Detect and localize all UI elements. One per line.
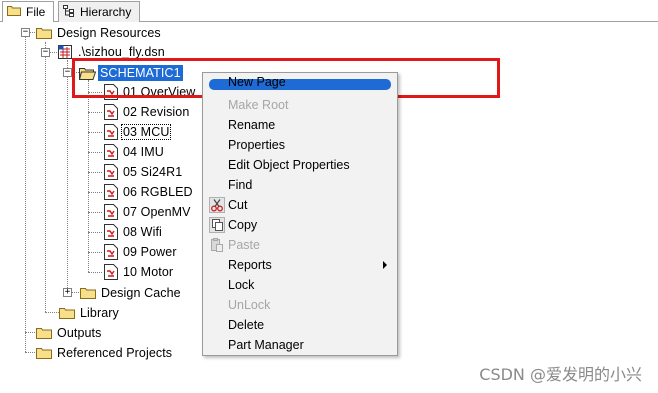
copy-icon xyxy=(209,217,225,233)
menu-item-label: Lock xyxy=(228,278,255,292)
page-icon xyxy=(104,84,118,100)
page-icon xyxy=(104,124,118,140)
tree-item-label: .\sizhou_fly.dsn xyxy=(78,45,165,59)
page-icon xyxy=(104,184,118,200)
menu-item-edit-object-properties[interactable]: Edit Object Properties xyxy=(205,155,395,175)
folder-icon xyxy=(59,307,75,319)
tab-hierarchy-label: Hierarchy xyxy=(80,5,132,19)
tree-item-outputs[interactable]: Outputs xyxy=(36,324,101,342)
folder-icon xyxy=(36,327,52,339)
menu-item-label: UnLock xyxy=(228,298,271,312)
menu-item-find[interactable]: Find xyxy=(205,175,395,195)
page-icon xyxy=(104,264,118,280)
tree-item-page[interactable]: 05 Si24R1 xyxy=(104,163,182,181)
tree-item-label: Library xyxy=(80,306,119,320)
menu-item-label: Copy xyxy=(228,218,258,232)
menu-item-make-root: Make Root xyxy=(205,95,395,115)
tree-item-label: Design Resources xyxy=(57,26,161,40)
tree-item-page[interactable]: 10 Motor xyxy=(104,263,173,281)
menu-item-lock[interactable]: Lock xyxy=(205,275,395,295)
menu-item-part-manager[interactable]: Part Manager xyxy=(205,335,395,355)
tree-item-design-cache[interactable]: Design Cache xyxy=(80,284,181,302)
tab-hierarchy[interactable]: Hierarchy xyxy=(58,1,140,22)
folder-icon xyxy=(80,287,96,299)
folder-icon xyxy=(36,27,52,39)
tree-item-label: 07 OpenMV xyxy=(123,205,191,219)
context-menu: New Page Make Root Rename Properties Edi… xyxy=(202,72,398,356)
menu-item-label: Part Manager xyxy=(228,338,304,352)
menu-item-label: Properties xyxy=(228,138,285,152)
menu-item-label: Find xyxy=(228,178,253,192)
menu-item-cut[interactable]: Cut xyxy=(205,195,395,215)
tree-item-page[interactable]: 07 OpenMV xyxy=(104,203,191,221)
menu-item-label: Rename xyxy=(228,118,276,132)
menu-item-unlock: UnLock xyxy=(205,295,395,315)
tree-item-label: 09 Power xyxy=(123,245,177,259)
tree-item-library[interactable]: Library xyxy=(59,304,119,322)
menu-item-label: Edit Object Properties xyxy=(228,158,350,172)
menu-item-label: Delete xyxy=(228,318,265,332)
tree-item-label: SCHEMATIC1 xyxy=(98,65,183,81)
hierarchy-icon xyxy=(63,4,75,20)
page-icon xyxy=(104,104,118,120)
collapse-design-resources[interactable]: − xyxy=(21,28,30,37)
tab-file-label: File xyxy=(26,5,46,19)
tree-item-schematic[interactable]: SCHEMATIC1 xyxy=(79,64,183,82)
tree-item-page[interactable]: 04 IMU xyxy=(104,143,164,161)
tree-item-label: 08 Wifi xyxy=(123,225,162,239)
menu-item-properties[interactable]: Properties xyxy=(205,135,395,155)
tree-item-page[interactable]: 01 OverView xyxy=(104,83,195,101)
menu-item-rename[interactable]: Rename xyxy=(205,115,395,135)
tree-item-label: 10 Motor xyxy=(123,265,174,279)
submenu-arrow-icon xyxy=(383,261,387,269)
menu-item-new-page[interactable]: New Page xyxy=(209,75,391,90)
tree-item-label: 04 IMU xyxy=(123,145,164,159)
tree-item-page[interactable]: 09 Power xyxy=(104,243,177,261)
tab-file[interactable]: File xyxy=(2,1,54,22)
page-icon xyxy=(104,164,118,180)
tab-bar: File Hierarchy xyxy=(0,0,658,22)
tree-item-page[interactable]: 06 RGBLED xyxy=(104,183,193,201)
tree-item-label: 02 Revision xyxy=(123,105,190,119)
tree-item-page[interactable]: 02 Revision xyxy=(104,103,189,121)
watermark: CSDN @爱发明的小兴 xyxy=(479,365,642,384)
open-folder-icon xyxy=(79,67,97,80)
page-icon xyxy=(104,244,118,260)
menu-item-label: Make Root xyxy=(228,98,289,112)
page-icon xyxy=(104,204,118,220)
menu-item-paste: Paste xyxy=(205,235,395,255)
tree-item-label: Outputs xyxy=(57,326,102,340)
tree-item-label: 06 RGBLED xyxy=(123,185,193,199)
menu-item-reports[interactable]: Reports xyxy=(205,255,395,275)
page-icon xyxy=(104,144,118,160)
tree-item-label: Design Cache xyxy=(101,286,181,300)
folder-icon xyxy=(36,347,52,359)
folder-icon xyxy=(7,5,21,19)
scissors-icon xyxy=(209,197,225,213)
tree-item-page[interactable]: 08 Wifi xyxy=(104,223,162,241)
menu-item-delete[interactable]: Delete xyxy=(205,315,395,335)
tree-item-design-resources[interactable]: Design Resources xyxy=(36,24,161,42)
collapse-schematic[interactable]: − xyxy=(63,68,72,77)
menu-item-label: New Page xyxy=(228,75,286,89)
tree-item-referenced-projects[interactable]: Referenced Projects xyxy=(36,344,172,362)
tree-item-page[interactable]: 03 MCU xyxy=(104,123,172,141)
tree-item-label: Referenced Projects xyxy=(57,346,173,360)
menu-item-label: Paste xyxy=(228,238,260,252)
paste-icon xyxy=(209,237,225,253)
design-file-icon xyxy=(57,44,73,60)
tree-item-label: 01 OverView xyxy=(123,85,196,99)
tree-item-label: 05 Si24R1 xyxy=(123,165,183,179)
menu-item-label: Reports xyxy=(228,258,272,272)
tree-item-design-file[interactable]: .\sizhou_fly.dsn xyxy=(57,43,165,61)
menu-item-copy[interactable]: Copy xyxy=(205,215,395,235)
collapse-dsn[interactable]: − xyxy=(41,48,50,57)
expand-design-cache[interactable]: + xyxy=(63,288,72,297)
tree-item-label: 03 MCU xyxy=(120,124,172,140)
page-icon xyxy=(104,224,118,240)
menu-item-label: Cut xyxy=(228,198,248,212)
